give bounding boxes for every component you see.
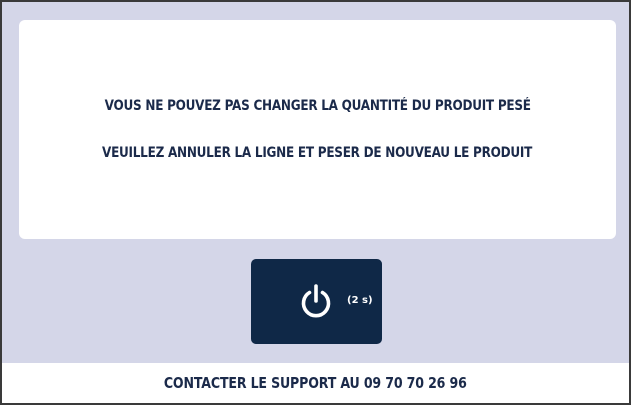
message-line-1: VOUS NE POUVEZ PAS CHANGER LA QUANTITÉ D…	[104, 98, 531, 114]
message-line-2: VEUILLEZ ANNULER LA LIGNE ET PESER DE NO…	[102, 145, 533, 161]
power-icon	[301, 284, 331, 318]
dialog-frame: VOUS NE POUVEZ PAS CHANGER LA QUANTITÉ D…	[2, 2, 629, 403]
support-footer: CONTACTER LE SUPPORT AU 09 70 70 26 96	[2, 363, 629, 403]
support-contact-text: CONTACTER LE SUPPORT AU 09 70 70 26 96	[164, 374, 467, 392]
message-card: VOUS NE POUVEZ PAS CHANGER LA QUANTITÉ D…	[19, 20, 616, 239]
power-button[interactable]: (2 s)	[251, 259, 382, 344]
countdown-label: (2 s)	[347, 295, 373, 306]
